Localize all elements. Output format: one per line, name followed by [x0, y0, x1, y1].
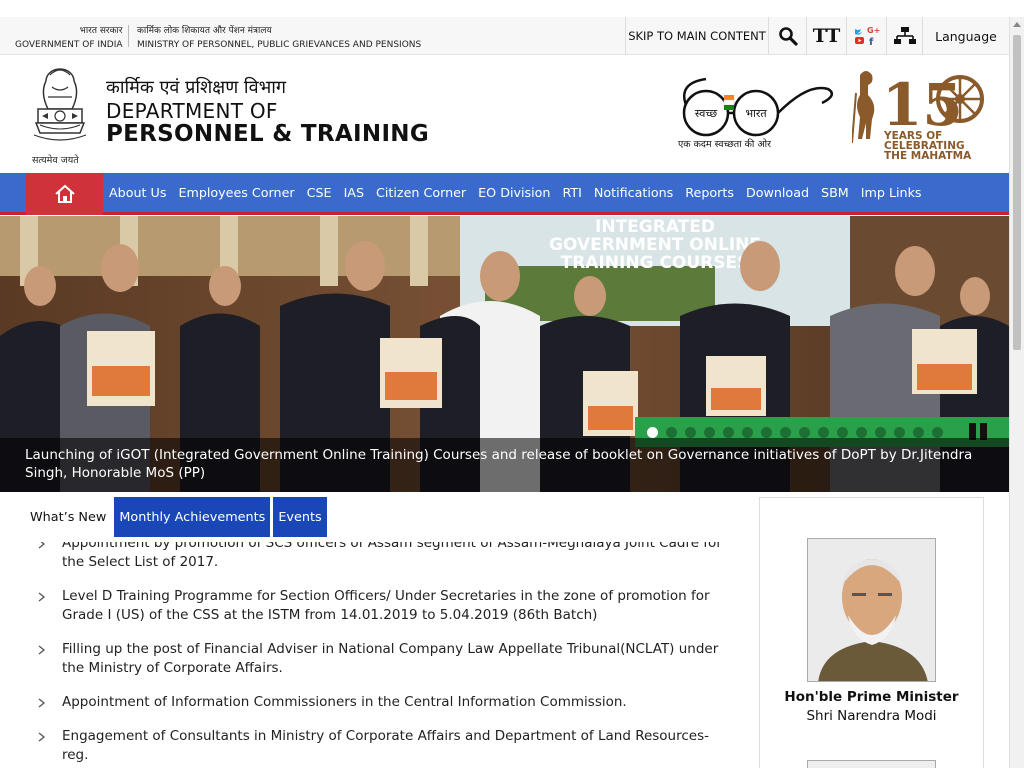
slider-dot[interactable] [704, 426, 715, 438]
department-name-hindi: कार्मिक एवं प्रशिक्षण विभाग [106, 77, 287, 98]
nav-item-about-us[interactable]: About Us [103, 185, 172, 200]
chevron-right-icon [38, 645, 46, 655]
emblem-motto: सत्यमेव जयते [32, 155, 79, 166]
chevron-right-icon [38, 592, 46, 602]
department-name-line1: DEPARTMENT OF [106, 99, 278, 123]
search-button[interactable] [768, 17, 806, 55]
nav-item-sbm[interactable]: SBM [815, 185, 855, 200]
swachh-text: स्वच्छ [695, 107, 717, 120]
search-icon [778, 27, 798, 46]
news-item[interactable]: Engagement of Consultants in Ministry of… [38, 727, 728, 765]
news-item-text[interactable]: Appointment by promotion of SCS officers… [62, 542, 722, 570]
ashoka-emblem-icon [33, 68, 87, 141]
nav-item-citizen-corner[interactable]: Citizen Corner [370, 185, 472, 200]
slider-dot[interactable] [742, 426, 753, 438]
nav-item-download[interactable]: Download [740, 185, 815, 200]
main-navigation: About Us Employees Corner CSE IAS Citizen Co… [0, 173, 1009, 215]
slider-dot[interactable] [932, 426, 943, 438]
slider-dot[interactable] [666, 426, 677, 438]
slider-dot[interactable] [799, 426, 810, 438]
news-item-text[interactable]: Engagement of Consultants in Ministry of… [62, 728, 709, 763]
news-item-text[interactable]: Filling up the post of Financial Adviser… [62, 641, 718, 676]
facebook-icon: f [869, 37, 874, 47]
bharat-text: भारत [745, 107, 767, 120]
nav-item-notifications[interactable]: Notifications [588, 185, 679, 200]
ministry-english: MINISTRY OF PERSONNEL, PUBLIC GRIEVANCES… [137, 40, 422, 50]
nav-item-cse[interactable]: CSE [301, 185, 338, 200]
department-name-line2: PERSONNEL & TRAINING [106, 121, 430, 147]
top-utility-bar: भारत सरकार GOVERNMENT OF INDIA कार्मिक ल… [0, 17, 1009, 55]
slider-dot[interactable] [647, 426, 658, 438]
whats-new-list: Appointment by promotion of SCS officers… [38, 542, 728, 768]
social-icons: G+ f [854, 26, 880, 47]
swachh-tagline: एक कदम स्वच्छता की ओर [678, 139, 772, 150]
screen-text-2: GOVERNMENT ONLINE [549, 235, 761, 255]
nav-menu: About Us Employees Corner CSE IAS Citizen Co… [103, 173, 928, 212]
divider [128, 25, 129, 47]
news-item-text[interactable]: Level D Training Programme for Section O… [62, 588, 710, 623]
slider-dot[interactable] [856, 426, 867, 438]
nav-item-employees-corner[interactable]: Employees Corner [172, 185, 300, 200]
slider-dot[interactable] [913, 426, 924, 438]
news-tabs: What’s New Monthly Achievements Events [25, 497, 330, 537]
screen-text-1: INTEGRATED [595, 217, 715, 237]
slide-caption: Launching of iGOT (Integrated Government… [25, 447, 973, 481]
news-item[interactable]: Appointment by promotion of SCS officers… [38, 542, 728, 572]
pm-title: Hon'ble Prime Minister [784, 689, 959, 705]
skip-to-main-content-link[interactable]: SKIP TO MAIN CONTENT [625, 17, 768, 55]
screen-text-3: TRAINING COURSES [561, 253, 750, 273]
chevron-right-icon [38, 698, 46, 708]
pm-name: Shri Narendra Modi [806, 708, 937, 724]
language-selector[interactable]: Language [922, 17, 1009, 55]
slider-dot[interactable] [837, 426, 848, 438]
ministry-name: कार्मिक लोक शिकायत और पेंशन मंत्रालय MIN… [137, 24, 421, 52]
site-header: सत्यमेव जयते कार्मिक एवं प्रशिक्षण विभाग… [0, 55, 1009, 173]
home-icon [54, 184, 75, 203]
national-emblem-logo[interactable]: सत्यमेव जयते [28, 63, 92, 167]
gov-hindi: भारत सरकार [79, 26, 123, 36]
slider-dot[interactable] [818, 426, 829, 438]
sitemap-button[interactable] [886, 17, 922, 55]
chevron-right-icon [38, 542, 46, 549]
slider-dot[interactable] [723, 426, 734, 438]
ministry-hindi: कार्मिक लोक शिकायत और पेंशन मंत्रालय [137, 26, 272, 36]
portrait-image [808, 539, 935, 681]
chevron-right-icon [38, 732, 46, 742]
google-plus-icon: G+ [867, 26, 880, 35]
news-item[interactable]: Appointment of Information Commissioners… [38, 693, 728, 712]
gov-english: GOVERNMENT OF INDIA [15, 40, 123, 50]
prime-minister-photo[interactable] [807, 538, 936, 682]
news-item-text[interactable]: Appointment of Information Commissioners… [62, 694, 627, 710]
tab-whats-new[interactable]: What’s New [25, 497, 112, 537]
slider-dot[interactable] [894, 426, 905, 438]
tab-events[interactable]: Events [273, 497, 327, 537]
slider-dot[interactable] [875, 426, 886, 438]
the-mahatma-text: THE MAHATMA [884, 150, 972, 159]
gandhi-150-logo[interactable]: 15 YEARS OF CELEBRATING THE MAHATMA [852, 63, 987, 159]
slider-dot[interactable] [761, 426, 772, 438]
text-size-button[interactable]: TT [806, 17, 846, 55]
home-button[interactable] [26, 173, 103, 215]
nav-item-imp-links[interactable]: Imp Links [855, 185, 928, 200]
scroll-up-arrow-icon[interactable] [1013, 22, 1021, 27]
slider-dot[interactable] [685, 426, 696, 438]
slider-dot[interactable] [780, 426, 791, 438]
prime-minister-card: Hon'ble Prime Minister Shri Narendra Mod… [759, 497, 984, 768]
news-item[interactable]: Filling up the post of Financial Adviser… [38, 640, 728, 678]
sitemap-icon [893, 27, 916, 44]
nav-item-ias[interactable]: IAS [338, 185, 370, 200]
news-item[interactable]: Level D Training Programme for Section O… [38, 587, 728, 625]
scrollbar-thumb[interactable] [1013, 35, 1021, 350]
government-of-india: भारत सरकार GOVERNMENT OF INDIA [15, 24, 123, 52]
twitter-icon [854, 29, 862, 35]
social-media-button[interactable]: G+ f [846, 17, 886, 55]
nav-item-rti[interactable]: RTI [556, 185, 587, 200]
nav-item-eo-division[interactable]: EO Division [472, 185, 556, 200]
next-card-photo [807, 760, 936, 768]
page-scrollbar[interactable] [1009, 17, 1024, 768]
nav-item-reports[interactable]: Reports [679, 185, 740, 200]
tab-monthly-achievements[interactable]: Monthly Achievements [114, 497, 271, 537]
